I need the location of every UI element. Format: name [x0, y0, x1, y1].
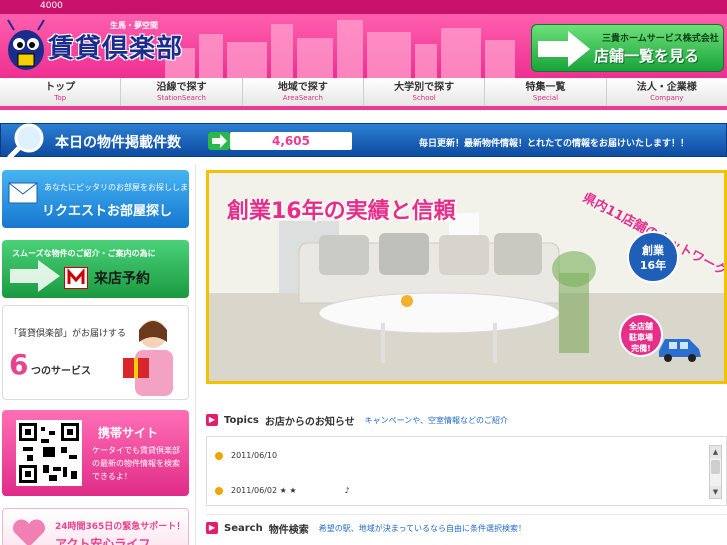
- listing-count-label: 本日の物件掲載件数: [55, 135, 181, 151]
- woman-with-gift-image: [123, 320, 173, 396]
- qr-code-icon: [16, 420, 82, 486]
- visit-reservation-banner[interactable]: スムーズな物件のご紹介・ご案内の為に 来店予約: [2, 240, 189, 298]
- support-banner-caption: 24時間365日の緊急サポート！: [55, 522, 186, 532]
- update-message: 毎日更新！最新物件情報！とれたての情報をお届けいたします！！: [419, 139, 690, 149]
- hero-title: 創業16年の実績と信頼: [227, 199, 456, 224]
- nav-item-station-search[interactable]: 沿線で探す StationSearch: [121, 78, 243, 106]
- store-button-company: 三貴ホームサービス株式会社: [602, 34, 719, 44]
- column-divider: [195, 164, 196, 545]
- nav-sublabel: Top: [54, 94, 67, 102]
- founding-badge-years: 16年: [639, 259, 667, 272]
- magnifier-icon: [7, 123, 44, 160]
- nav-label: トップ: [45, 82, 76, 93]
- nav-item-school[interactable]: 大学別で探す School: [364, 78, 486, 106]
- support-banner[interactable]: 24時間365日の緊急サポート！ アクト安心ライフ: [2, 508, 189, 545]
- scroll-thumb[interactable]: [711, 460, 720, 474]
- nav-label: 特集一覧: [525, 82, 566, 93]
- search-subtitle: 希望の駅、地域が決まっているなら自由に条件選択検索！: [318, 523, 526, 533]
- listing-count-bar: 本日の物件掲載件数 4,605 毎日更新！最新物件情報！とれたての情報をお届けい…: [0, 123, 727, 160]
- nav-sublabel: Special: [532, 94, 559, 102]
- topics-list: 2011/06/10 2011/06/02 ★ ★ ♪ ▲ ▼: [206, 436, 727, 506]
- bullet-icon: [215, 451, 223, 460]
- hero-banner[interactable]: 創業16年の実績と信頼 県内11店舗のネットワーク 創業 16年 全店舗 駐車場…: [206, 170, 727, 384]
- search-header: ▶ Search 物件検索 希望の駅、地域が決まっているなら自由に条件選択検索！: [206, 520, 526, 536]
- request-banner-title: リクエストお部屋探し: [42, 204, 173, 219]
- store-list-button[interactable]: 三貴ホームサービス株式会社 店舗一覧を見る: [531, 24, 724, 72]
- topics-row-text: 2011/06/10: [231, 451, 278, 460]
- scroll-up-icon[interactable]: ▲: [710, 446, 721, 458]
- site-header: 生馬・夢空間 賃貸倶楽部 三貴ホームサービス株式会社 店舗一覧を見る: [0, 14, 727, 78]
- request-search-banner[interactable]: あなたにピッタリのお部屋をお探しします リクエストお部屋探し: [2, 170, 189, 228]
- nav-item-area-search[interactable]: 地域で探す AreaSearch: [243, 78, 364, 106]
- founding-badge: 創業 16年: [627, 231, 679, 283]
- nav-sublabel: AreaSearch: [282, 94, 323, 102]
- services-banner-caption: 「賃貸倶楽部」がお届けする: [9, 329, 127, 339]
- nav-sublabel: Company: [650, 94, 684, 102]
- parking-line: 完備!: [631, 344, 651, 353]
- six-services-banner[interactable]: 「賃貸倶楽部」がお届けする 6 つのサービス: [2, 305, 189, 400]
- mobile-banner-description: ケータイでも賃貸倶楽部の最新の物件情報を検索できるよ！: [92, 446, 180, 481]
- nav-item-top[interactable]: トップ Top: [0, 78, 122, 106]
- search-title-en: Search: [224, 522, 263, 534]
- nav-item-special[interactable]: 特集一覧 Special: [485, 78, 607, 106]
- topics-subtitle: キャンペーンや、空室情報などのご紹介: [364, 415, 509, 425]
- topics-row-text: 2011/06/02 ★ ★ ♪: [231, 486, 350, 495]
- arrow-right-icon: [10, 260, 60, 292]
- top-strip: 4000: [0, 0, 727, 14]
- mobile-site-banner[interactable]: 携帯サイト ケータイでも賃貸倶楽部の最新の物件情報を検索できるよ！: [2, 410, 189, 496]
- top-strip-number: 4000: [40, 1, 63, 11]
- nav-label: 大学別で探す: [394, 82, 455, 93]
- services-banner-title: つのサービス: [31, 366, 91, 377]
- visit-banner-title: 来店予約: [94, 271, 150, 287]
- services-number: 6: [9, 348, 29, 381]
- company-logo-icon: [64, 267, 88, 289]
- topics-title-en: Topics: [224, 414, 259, 426]
- scroll-down-icon[interactable]: ▼: [710, 486, 721, 498]
- topics-row[interactable]: 2011/06/10: [215, 451, 277, 460]
- listing-count-value: 4,605: [230, 132, 352, 150]
- store-button-label: 店舗一覧を見る: [594, 47, 700, 65]
- topics-title: お店からのお知らせ: [264, 416, 355, 428]
- search-title: 物件検索: [268, 524, 309, 536]
- nav-sublabel: StationSearch: [157, 94, 206, 102]
- arrow-right-icon: [538, 31, 590, 67]
- topics-row[interactable]: 2011/06/02 ★ ★ ♪: [215, 485, 350, 496]
- site-logo[interactable]: 賃貸倶楽部: [48, 28, 183, 65]
- arrow-right-icon: [208, 132, 230, 150]
- nav-label: 地域で探す: [277, 82, 328, 93]
- founding-badge-label: 創業: [642, 244, 664, 257]
- play-icon: ▶: [206, 522, 218, 534]
- nav-label: 法人・企業様: [636, 82, 697, 93]
- visit-banner-caption: スムーズな物件のご紹介・ご案内の為に: [12, 249, 156, 258]
- support-banner-title: アクト安心ライフ: [55, 537, 151, 545]
- mascot-icon: [7, 19, 45, 70]
- main-nav: トップ Top 沿線で探す StationSearch 地域で探す AreaSe…: [0, 78, 727, 110]
- section-divider: [206, 514, 727, 515]
- bullet-icon: [215, 486, 223, 495]
- parking-line: 駐車場: [629, 333, 653, 342]
- topics-scrollbar[interactable]: ▲ ▼: [709, 445, 722, 499]
- nav-label: 沿線で探す: [156, 82, 207, 93]
- envelope-icon: [8, 182, 38, 204]
- play-icon: ▶: [206, 414, 218, 426]
- skyline-decoration: [165, 14, 530, 78]
- heart-icon: [13, 519, 45, 545]
- request-banner-caption: あなたにピッタリのお部屋をお探しします: [44, 183, 189, 192]
- car-icon: [659, 339, 701, 362]
- topics-header: ▶ Topics お店からのお知らせ キャンペーンや、空室情報などのご紹介: [206, 412, 508, 428]
- nav-item-company[interactable]: 法人・企業様 Company: [607, 78, 727, 106]
- parking-line: 全店舗: [629, 322, 653, 331]
- mobile-banner-title: 携帯サイト: [98, 426, 159, 440]
- nav-sublabel: School: [412, 94, 436, 102]
